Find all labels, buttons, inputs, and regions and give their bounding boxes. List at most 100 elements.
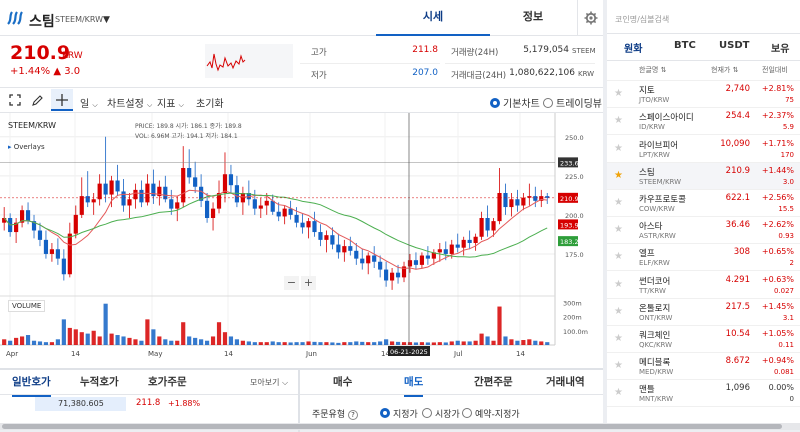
volume-bar — [163, 339, 168, 345]
fullscreen-icon[interactable] — [9, 94, 21, 106]
tab-holdings[interactable]: 보유 — [771, 40, 789, 55]
amount-unit: KRW — [578, 70, 595, 78]
candle — [479, 218, 484, 237]
steem-logo-icon — [7, 11, 23, 25]
x-axis-label: 14 — [516, 350, 525, 358]
header-name[interactable]: 한글명 ⇅ — [639, 65, 666, 75]
candle — [306, 221, 311, 228]
tab-trade-history[interactable]: 거래내역 — [546, 374, 585, 389]
scrollbar-thumb[interactable] — [2, 424, 782, 429]
star-icon[interactable]: ★ — [614, 387, 623, 398]
tab-usdt[interactable]: USDT — [719, 40, 749, 51]
candle — [443, 249, 448, 254]
basic-chart-radio[interactable]: 기본차트 — [490, 95, 540, 110]
volume-bar — [443, 342, 448, 345]
volume-bar — [360, 341, 365, 345]
market-radio[interactable]: 시장가 — [422, 407, 460, 420]
price-tag-label: 210.9 — [560, 195, 579, 203]
coin-change: +1.45% — [761, 301, 794, 311]
coin-row[interactable]: ★ 아스타 ASTR/KRW 36.46 +2.62% 0.93 — [607, 217, 800, 245]
coin-row[interactable]: ★ 카우프로토콜 COW/KRW 622.1 +2.56% 15.5 — [607, 190, 800, 217]
volume-bar — [413, 342, 419, 345]
header-price[interactable]: 현재가 ⇅ — [711, 65, 738, 75]
candle — [115, 180, 120, 192]
coin-row[interactable]: ★ 썬더코어 TT/KRW 4.291 +0.63% 0.027 — [607, 272, 800, 299]
coin-row[interactable]: ★ 메디블록 MED/KRW 8.672 +0.94% 0.081 — [607, 353, 800, 381]
volume-bar — [14, 337, 19, 345]
star-icon[interactable]: ★ — [614, 360, 623, 371]
coin-row[interactable]: ★ 지토 JTO/KRW 2,740 +2.81% 75 — [607, 81, 800, 109]
settings-button[interactable] — [577, 0, 603, 36]
crosshair-button[interactable] — [51, 89, 73, 111]
volume-bar — [521, 340, 526, 345]
coin-row[interactable]: ★ 스팀 STEEM/KRW 210.9 +1.44% 3.0 — [607, 162, 800, 190]
header-change[interactable]: 전일대비 — [762, 65, 788, 75]
star-icon[interactable]: ★ — [614, 143, 623, 154]
candle — [210, 208, 216, 218]
price-change: +1.44% ▲ 3.0 — [10, 66, 81, 77]
coin-change-amount: 75 — [785, 96, 794, 105]
star-icon[interactable]: ★ — [614, 333, 623, 344]
star-icon[interactable]: ★ — [614, 279, 623, 290]
volume-bar — [67, 327, 72, 345]
volume-bar — [467, 341, 472, 345]
market-label: 시장가 — [435, 410, 460, 420]
candle — [61, 258, 66, 275]
tradingview-radio[interactable]: 트레이딩뷰 — [543, 95, 602, 110]
zoom-out-button[interactable]: − — [284, 276, 299, 290]
volume-bar — [228, 336, 234, 345]
pencil-icon[interactable] — [31, 94, 44, 107]
chart-settings-select[interactable]: 차트설정 ⌵ — [107, 95, 152, 110]
candle — [127, 199, 132, 206]
coin-change-amount: 15.5 — [778, 205, 794, 213]
mini-sparkline — [205, 44, 293, 78]
tab-info[interactable]: 정보 — [490, 0, 576, 36]
tab-btc[interactable]: BTC — [674, 40, 696, 51]
orderbook-price[interactable]: 211.8 — [136, 398, 160, 408]
chevron-down-icon[interactable]: ▼ — [103, 15, 110, 25]
volume-bar — [258, 342, 263, 345]
star-icon[interactable]: ★ — [614, 115, 623, 126]
coin-name: 지토 — [639, 86, 655, 97]
overlays-toggle[interactable]: ▸ Overlays — [8, 143, 45, 151]
y-axis-label: 200.0 — [565, 212, 584, 220]
help-icon[interactable]: ? — [348, 410, 358, 420]
reserve-radio[interactable]: 예약-지정가 — [462, 407, 520, 420]
tab-cumulative-orderbook[interactable]: 누적호가 — [80, 374, 119, 389]
indicators-select[interactable]: 지표 ⌵ — [157, 95, 184, 110]
tab-simple-order[interactable]: 간편주문 — [474, 374, 513, 389]
coin-change-amount: 0 — [789, 395, 794, 404]
limit-radio[interactable]: 지정가 — [380, 407, 418, 420]
search-input[interactable]: 코인명/심볼검색 — [615, 14, 669, 25]
coin-row[interactable]: ★ 엘프 ELF/KRW 308 +0.65% 2 — [607, 244, 800, 272]
coin-row[interactable]: ★ 온톨로지 ONT/KRW 217.5 +1.45% 3.1 — [607, 299, 800, 326]
moabogi-select[interactable]: 모아보기 ⌵ — [250, 377, 288, 388]
coin-row[interactable]: ★ 쿼크체인 QKC/KRW 10.54 +1.05% 0.11 — [607, 326, 800, 353]
candle — [384, 269, 389, 281]
zoom-in-button[interactable]: + — [301, 276, 316, 290]
star-icon[interactable]: ★ — [614, 88, 623, 99]
coin-name: 맨틀 — [639, 385, 655, 396]
coin-row[interactable]: ★ 맨틀 MNT/KRW 1,096 0.00% 0 — [607, 380, 800, 408]
tab-price[interactable]: 시세 — [376, 0, 490, 36]
reset-button[interactable]: 초기화 — [196, 95, 224, 110]
volume-bar — [288, 342, 293, 345]
candle — [318, 232, 323, 240]
coin-row[interactable]: ★ 라이브피어 LPT/KRW 10,090 +1.71% 170 — [607, 136, 800, 163]
tab-orderbook-order[interactable]: 호가주문 — [148, 374, 187, 389]
price-chart[interactable]: 250.0 225.0 200.0 175.0 Apr 14 May 14 Jun 14 Jul 14… — [0, 113, 603, 365]
star-icon[interactable]: ★ — [614, 251, 623, 262]
volume-bar — [407, 342, 413, 345]
coin-row[interactable]: ★ 스페이스아이디 ID/KRW 254.4 +2.37% 5.9 — [607, 108, 800, 136]
star-icon[interactable]: ★ — [614, 306, 623, 317]
tab-buy[interactable]: 매수 — [333, 374, 352, 389]
chevron-down-icon: ⌵ — [282, 378, 289, 387]
candlestick-chart[interactable]: 250.0225.0200.0175.0Apr 14 May 14 Jun 14 Jul 14… — [0, 113, 603, 365]
star-icon[interactable]: ★ — [614, 197, 623, 208]
star-icon[interactable]: ★ — [614, 224, 623, 235]
star-icon[interactable]: ★ — [614, 170, 623, 181]
period-select[interactable]: 일 ⌵ — [80, 95, 98, 110]
y-axis-label: 250.0 — [565, 134, 584, 142]
candle — [533, 196, 538, 201]
chart-symbol: STEEM/KRW — [8, 121, 57, 130]
